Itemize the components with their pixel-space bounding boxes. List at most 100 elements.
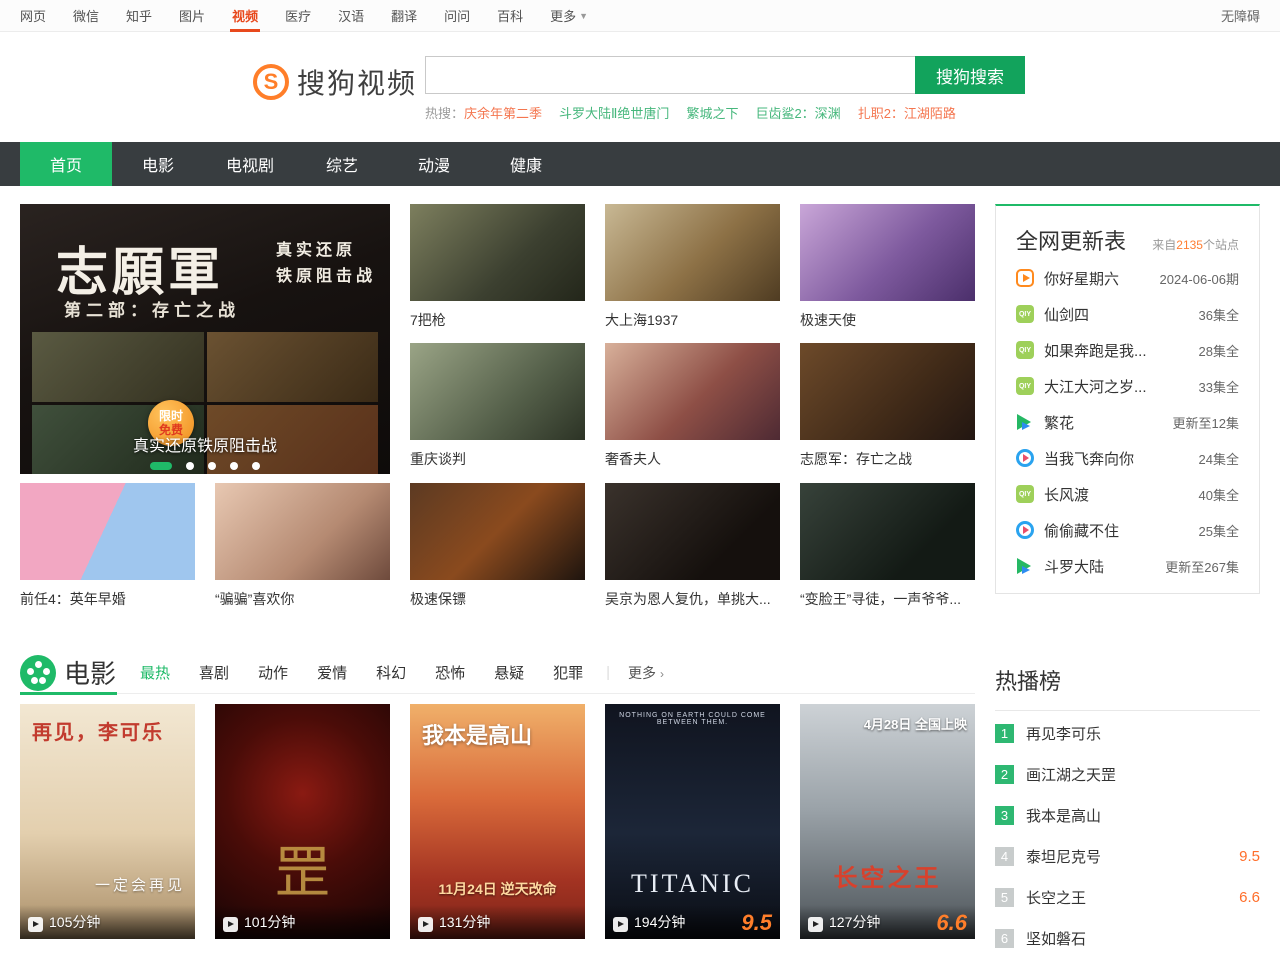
carousel-dot[interactable] [230,462,238,470]
tab-scifi[interactable]: 科幻 [376,662,406,683]
hero-carousel[interactable]: 志願軍 第二部：存亡之战 真实还原 铁原阻击战 限时 免费 真实还原铁原阻击战 [20,204,390,474]
channel-wechat[interactable]: 微信 [73,0,99,32]
carousel-dot[interactable] [252,462,260,470]
channel-chinese[interactable]: 汉语 [338,0,364,32]
update-list-item[interactable]: 你好星期六 2024-06-06期 [1016,260,1239,296]
logo-text: 搜狗视频 [297,62,417,102]
hero-caption: 真实还原铁原阻击战 [20,432,390,456]
movie-duration: 194分钟 [634,912,685,932]
chevron-down-icon: ▼ [579,11,588,21]
video-thumbnail [410,343,585,440]
nav-tv-series[interactable]: 电视剧 [204,142,296,186]
channel-wenwen[interactable]: 问问 [444,0,470,32]
movie-poster[interactable]: 4月28日 全国上映 长空之王 127分钟 6.6 [800,704,975,939]
video-card[interactable]: “变脸王”寻徒，一声爷爷... [800,483,975,609]
rank-name: 长空之王 [1026,887,1086,908]
movie-poster[interactable]: 再见，李可乐 一定会再见 105分钟 [20,704,195,939]
rank-item[interactable]: 2 画江湖之天罡 [995,756,1260,793]
tab-action[interactable]: 动作 [258,662,288,683]
poster-overlay: 101分钟 [215,905,390,939]
hot-search-item[interactable]: 庆余年第二季 [464,103,542,122]
hot-search-item[interactable]: 繁城之下 [686,103,738,122]
video-thumbnail [605,483,780,580]
video-card[interactable]: 7把枪 [410,204,585,330]
hot-rank-panel: 热播榜 1 再见李可乐 2 画江湖之天罡 3 我本是高山 4 泰坦尼克号 9.5 [995,664,1260,960]
video-card[interactable]: 奢香夫人 [605,343,780,469]
hot-search-item[interactable]: 扎职2：江湖陌路 [858,103,956,122]
channel-translate[interactable]: 翻译 [391,0,417,32]
rank-name: 坚如磐石 [1026,928,1086,949]
play-icon [808,917,823,932]
video-title: “骗骗”喜欢你 [215,589,390,609]
carousel-dot[interactable] [186,462,194,470]
rank-item[interactable]: 3 我本是高山 [995,797,1260,834]
movies-more-link[interactable]: 更多 › [628,663,664,683]
carousel-dot[interactable] [208,462,216,470]
rank-item[interactable]: 6 坚如磐石 [995,920,1260,957]
sogou-video-logo[interactable]: S 搜狗视频 [253,62,425,102]
video-card[interactable]: 重庆谈判 [410,343,585,469]
main-nav: 首页 电影 电视剧 综艺 动漫 健康 [0,142,1280,186]
movie-score: 6.6 [936,914,967,932]
channel-images[interactable]: 图片 [179,0,205,32]
movie-poster[interactable]: 罡 101分钟 [215,704,390,939]
show-name: 大江大河之岁... [1044,376,1147,397]
nav-variety[interactable]: 综艺 [296,142,388,186]
video-card[interactable]: 志愿军：存亡之战 [800,343,975,469]
channel-zhihu[interactable]: 知乎 [126,0,152,32]
nav-anime[interactable]: 动漫 [388,142,480,186]
update-list-item[interactable]: 当我飞奔向你 24集全 [1016,440,1239,476]
nav-home[interactable]: 首页 [20,142,112,186]
channel-baike[interactable]: 百科 [497,0,523,32]
show-status: 2024-06-06期 [1160,269,1240,288]
channel-video-active[interactable]: 视频 [232,0,258,32]
carousel-dot-active[interactable] [150,462,172,470]
update-list-item[interactable]: 长风渡 40集全 [1016,476,1239,512]
tab-crime[interactable]: 犯罪 [553,662,583,683]
rank-badge: 6 [995,929,1014,948]
poster-art-glyph: 罡 [275,828,331,909]
play-icon [28,917,43,932]
hot-search-item[interactable]: 斗罗大陆Ⅱ绝世唐门 [559,103,669,122]
rank-item[interactable]: 4 泰坦尼克号 9.5 [995,838,1260,875]
tab-comedy[interactable]: 喜剧 [199,662,229,683]
movie-poster[interactable]: NOTHING ON EARTH COULD COME BETWEEN THEM… [605,704,780,939]
video-thumbnail [800,204,975,301]
video-card[interactable]: 极速保镖 [410,483,585,609]
poster-overlay: 127分钟 6.6 [800,905,975,939]
rank-item[interactable]: 5 长空之王 6.6 [995,879,1260,916]
video-card[interactable]: 吴京为恩人复仇，单挑大... [605,483,780,609]
tab-romance[interactable]: 爱情 [317,662,347,683]
hot-search-item[interactable]: 巨齿鲨2：深渊 [755,103,840,122]
tab-horror[interactable]: 恐怖 [435,662,465,683]
show-status: 25集全 [1199,521,1239,540]
poster-art-title: 我本是高山 [422,718,532,750]
movie-poster[interactable]: 我本是高山 11月24日 逆天改命 131分钟 [410,704,585,939]
channel-more-dropdown[interactable]: 更多▼ [550,0,588,32]
update-list-item[interactable]: 仙剑四 36集全 [1016,296,1239,332]
tab-hottest[interactable]: 最热 [140,662,170,683]
video-card[interactable]: “骗骗”喜欢你 [215,483,390,609]
movie-duration: 105分钟 [49,912,100,932]
tab-suspense[interactable]: 悬疑 [494,662,524,683]
search-button[interactable]: 搜狗搜索 [915,56,1025,94]
update-list-item[interactable]: 大江大河之岁... 33集全 [1016,368,1239,404]
update-list-item[interactable]: 斗罗大陆 更新至267集 [1016,548,1239,584]
poster-art-title: TITANIC [605,869,780,899]
update-list-item[interactable]: 繁花 更新至12集 [1016,404,1239,440]
nav-health[interactable]: 健康 [480,142,572,186]
accessibility-link[interactable]: 无障碍 [1221,6,1260,25]
video-title: 极速天使 [800,310,975,330]
rank-item[interactable]: 1 再见李可乐 [995,715,1260,752]
channel-medical[interactable]: 医疗 [285,0,311,32]
search-input[interactable] [425,56,915,94]
update-list-item[interactable]: 如果奔跑是我... 28集全 [1016,332,1239,368]
video-card[interactable]: 大上海1937 [605,204,780,330]
poster-art-tagline: 4月28日 全国上映 [864,714,967,733]
video-card[interactable]: 极速天使 [800,204,975,330]
video-card[interactable]: 前任4：英年早婚 [20,483,195,609]
channel-web[interactable]: 网页 [20,0,46,32]
update-list-item[interactable]: 偷偷藏不住 25集全 [1016,512,1239,548]
show-name: 偷偷藏不住 [1044,520,1119,541]
nav-movies[interactable]: 电影 [112,142,204,186]
